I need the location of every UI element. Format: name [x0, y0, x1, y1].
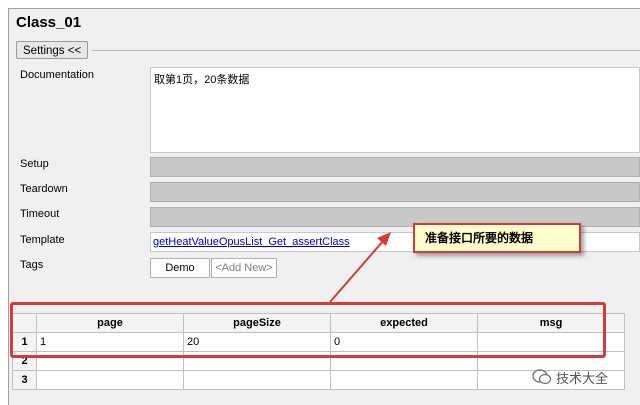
watermark-text: 技术大全: [556, 371, 609, 387]
callout-arrow-icon: [329, 232, 391, 303]
watermark: 技术大全: [532, 366, 632, 388]
wechat-icon: [532, 369, 552, 385]
annotation-callout: 准备接口所要的数据: [413, 223, 581, 253]
